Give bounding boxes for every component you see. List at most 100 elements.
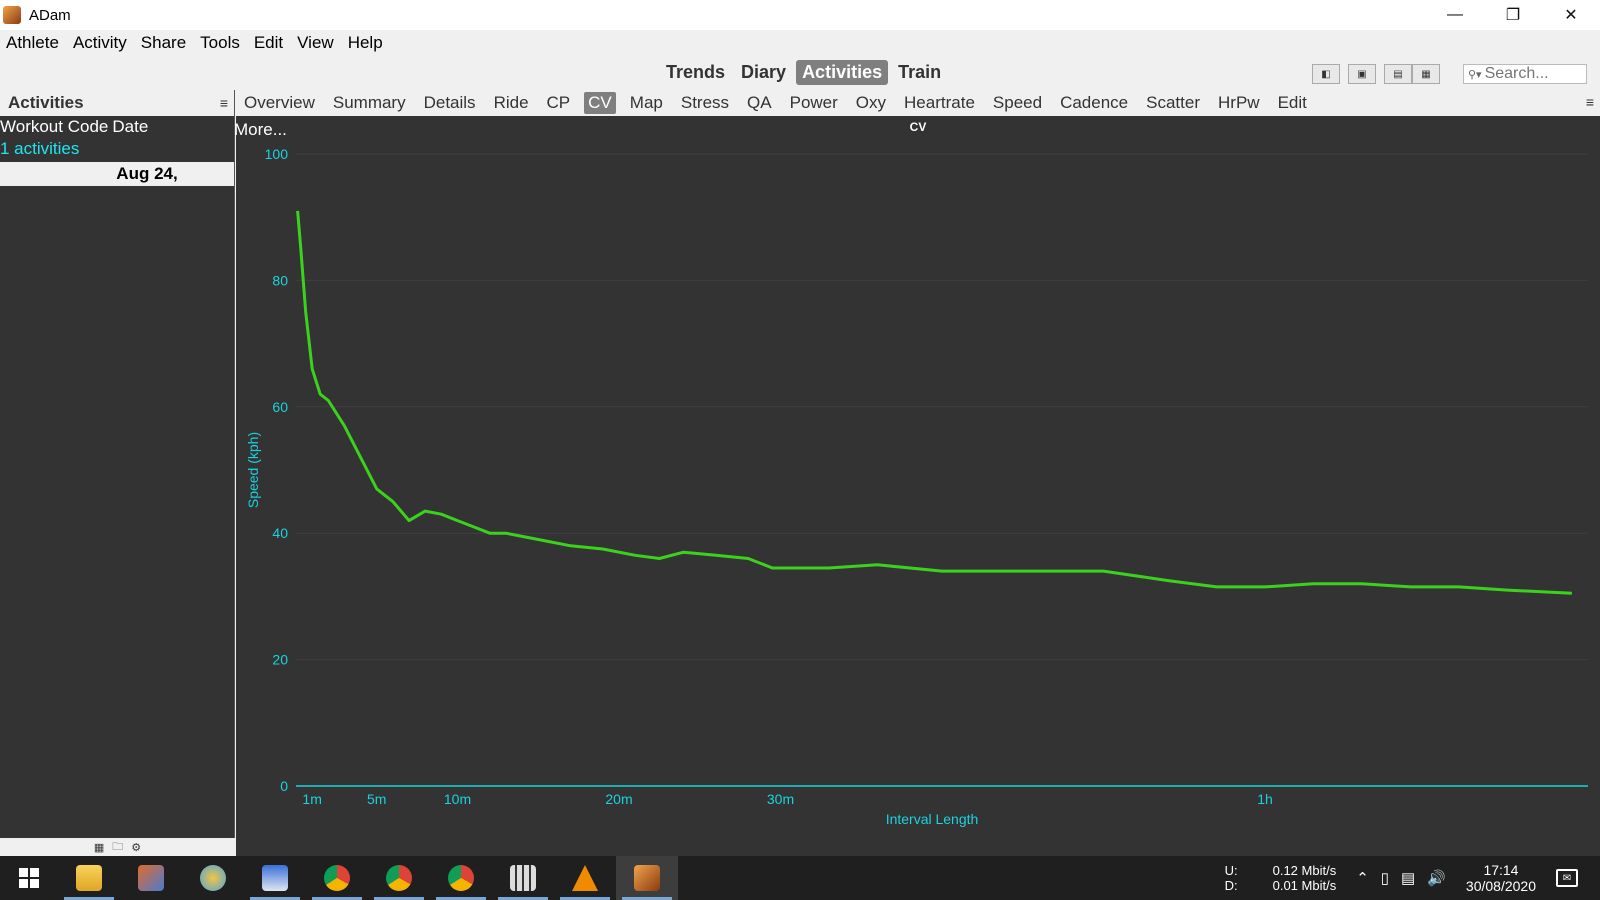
tab-layout-icon[interactable]: ▤	[1384, 64, 1412, 84]
activity-count[interactable]: 1 activities	[0, 138, 234, 160]
volume-icon[interactable]: 🔊	[1427, 869, 1446, 887]
chrome-icon[interactable]	[306, 856, 368, 900]
tab-cv[interactable]: CV	[584, 92, 616, 114]
tab-oxy[interactable]: Oxy	[852, 92, 890, 114]
chevron-up-icon[interactable]: ⌃	[1356, 869, 1369, 887]
network-speed: U: 0.12 Mbit/s D: 0.01 Mbit/s	[1225, 863, 1337, 893]
column-header-date[interactable]: Date	[112, 117, 148, 137]
minimize-icon[interactable]: —	[1426, 0, 1484, 30]
goldencheetah-icon[interactable]	[616, 856, 678, 900]
menu-activity[interactable]: Activity	[73, 33, 127, 53]
x-tick-label: 1h	[1257, 791, 1273, 807]
net-up-label: U:	[1224, 863, 1238, 878]
more-link[interactable]: More...	[234, 120, 287, 140]
activities-sidebar: Activities ≡ Workout Code Date 1 activit…	[0, 90, 235, 856]
tray-icons: ⌃ ▯ ▤ 🔊	[1350, 869, 1452, 887]
menu-athlete[interactable]: Athlete	[6, 33, 59, 53]
calendar-icon[interactable]: ▦	[94, 841, 104, 854]
tab-hrpw[interactable]: HrPw	[1214, 92, 1264, 114]
chart-tab-bar: Overview Summary Details Ride CP CV Map …	[236, 90, 1600, 116]
cv-chart: 0 20 40 60 80 100 1m 5m 10m 20m 30m 1h Interval Leng…	[245, 146, 1588, 827]
tab-ride[interactable]: Ride	[490, 92, 533, 114]
restore-icon[interactable]: ❐	[1484, 0, 1542, 30]
tab-cadence[interactable]: Cadence	[1056, 92, 1132, 114]
close-icon[interactable]: ✕	[1542, 0, 1600, 30]
sidebar-footer: ▦ 🗀 ⚙	[0, 838, 235, 856]
chart-title: CV	[909, 120, 927, 134]
tab-speed[interactable]: Speed	[989, 92, 1046, 114]
x-tick-label: 10m	[444, 791, 471, 807]
search-input[interactable]	[1484, 65, 1581, 83]
vlc-icon[interactable]	[554, 856, 616, 900]
toggle-bottom-panel-icon[interactable]: ▣	[1348, 64, 1376, 84]
app-icon-2[interactable]	[120, 856, 182, 900]
settings-icon[interactable]: ⚙	[131, 841, 141, 854]
file-explorer-icon[interactable]	[58, 856, 120, 900]
folder-icon[interactable]: 🗀	[112, 838, 123, 857]
search-box[interactable]: ⚲▾	[1463, 64, 1587, 84]
menu-share[interactable]: Share	[141, 33, 186, 53]
menu-edit[interactable]: Edit	[254, 33, 283, 53]
window-title: ADam	[29, 6, 71, 24]
tab-stress[interactable]: Stress	[677, 92, 733, 114]
toggle-sidebar-icon[interactable]: ◧	[1312, 64, 1340, 84]
tab-qa[interactable]: QA	[743, 92, 776, 114]
x-tick-label: 30m	[767, 791, 794, 807]
cv-chart-panel: 0 20 40 60 80 100 1m 5m 10m 20m 30m 1h Interval Leng…	[234, 116, 1600, 856]
search-icon: ⚲▾	[1468, 68, 1482, 81]
x-axis-label: Interval Length	[886, 811, 979, 827]
tab-overview[interactable]: Overview	[240, 92, 319, 114]
clock[interactable]: 17:14 30/08/2020	[1466, 862, 1536, 894]
view-tab-activities[interactable]: Activities	[796, 60, 889, 85]
tab-power[interactable]: Power	[786, 92, 842, 114]
menu-tools[interactable]: Tools	[200, 33, 240, 53]
y-tick-label: 60	[272, 399, 288, 415]
window-controls: — ❐ ✕	[1426, 0, 1600, 30]
tile-layout-icon[interactable]: ▦	[1412, 64, 1440, 84]
net-down-value: 0.01 Mbit/s	[1272, 878, 1337, 893]
view-tab-trends[interactable]: Trends	[660, 60, 731, 85]
chrome-profile-icon[interactable]	[368, 856, 430, 900]
network-icon[interactable]: ▤	[1401, 869, 1415, 887]
tab-cp[interactable]: CP	[543, 92, 575, 114]
clock-time: 17:14	[1483, 862, 1519, 878]
chart-menu-icon[interactable]: ≡	[1586, 94, 1594, 110]
usb-icon[interactable]: ▯	[1381, 869, 1389, 887]
tab-summary[interactable]: Summary	[329, 92, 410, 114]
calendar-app-icon[interactable]	[244, 856, 306, 900]
chrome-alt-icon[interactable]	[430, 856, 492, 900]
menu-help[interactable]: Help	[348, 33, 383, 53]
view-bar: Trends Diary Activities Train ◧ ▣ ▤ ▦ ⚲▾	[0, 56, 1600, 90]
menu-bar: Athlete Activity Share Tools Edit View H…	[0, 30, 1600, 56]
windows-icon	[19, 868, 39, 888]
view-tabs: Trends Diary Activities Train	[660, 60, 951, 85]
column-header-workout-code[interactable]: Workout Code	[0, 117, 108, 137]
start-button[interactable]	[0, 856, 58, 900]
paint-icon[interactable]	[182, 856, 244, 900]
sidebar-menu-icon[interactable]: ≡	[220, 95, 228, 111]
system-tray: U: 0.12 Mbit/s D: 0.01 Mbit/s ⌃ ▯ ▤ 🔊 17:1…	[1225, 856, 1600, 900]
activity-row[interactable]: Aug 24,	[0, 162, 234, 186]
tab-map[interactable]: Map	[626, 92, 667, 114]
x-tick-label: 1m	[302, 791, 321, 807]
calculator-icon[interactable]	[492, 856, 554, 900]
app-icon	[3, 6, 21, 24]
notification-icon[interactable]: ✉	[1556, 869, 1578, 887]
tab-details[interactable]: Details	[420, 92, 480, 114]
tab-edit[interactable]: Edit	[1274, 92, 1311, 114]
y-tick-label: 20	[272, 652, 288, 668]
x-tick-label: 5m	[367, 791, 386, 807]
clock-date: 30/08/2020	[1465, 878, 1536, 894]
view-tab-train[interactable]: Train	[892, 60, 947, 85]
taskbar: U: 0.12 Mbit/s D: 0.01 Mbit/s ⌃ ▯ ▤ 🔊 17:1…	[0, 856, 1600, 900]
menu-view[interactable]: View	[297, 33, 334, 53]
y-tick-label: 0	[280, 778, 288, 794]
tab-scatter[interactable]: Scatter	[1142, 92, 1204, 114]
title-bar: ADam — ❐ ✕	[0, 0, 1600, 30]
layout-toolbar: ◧ ▣ ▤ ▦	[1312, 64, 1440, 84]
net-up-value: 0.12 Mbit/s	[1272, 863, 1337, 878]
tab-heartrate[interactable]: Heartrate	[900, 92, 979, 114]
sidebar-header: Activities ≡	[0, 90, 234, 116]
view-tab-diary[interactable]: Diary	[735, 60, 792, 85]
y-axis-label: Speed (kph)	[245, 432, 261, 508]
